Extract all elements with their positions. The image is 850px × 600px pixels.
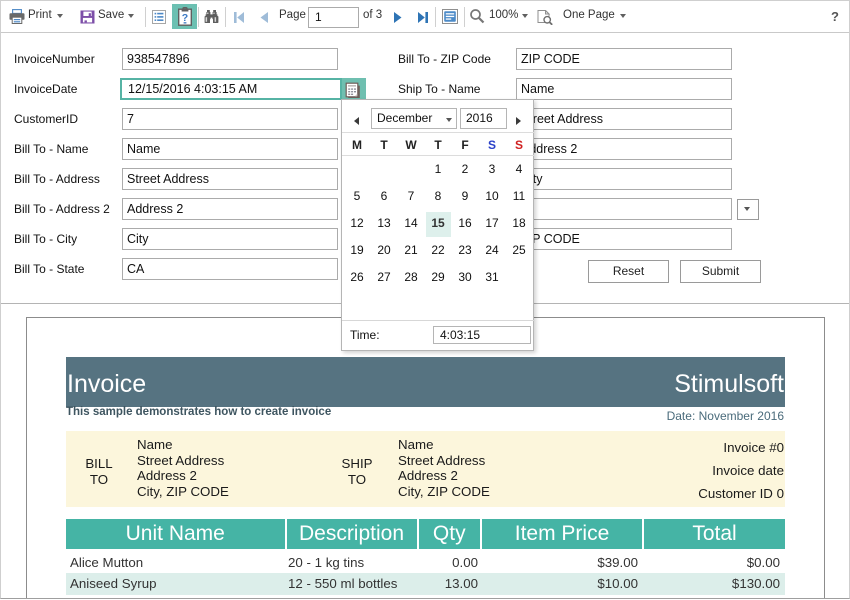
svg-text:?: ? — [182, 12, 188, 24]
